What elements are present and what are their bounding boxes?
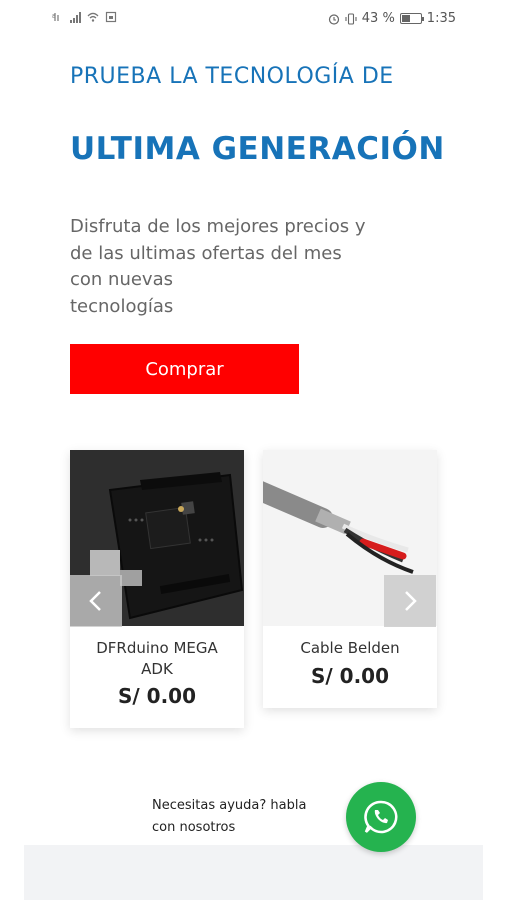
hero-description-line: tecnologías [70,295,174,317]
battery-percent: 43 % [361,11,395,26]
product-name-line: DFRduino MEGA [96,639,218,657]
battery-fill [401,15,410,22]
footer-band [24,845,483,900]
battery-icon [399,13,424,24]
buy-button[interactable]: Comprar [70,344,299,394]
help-bubble[interactable]: Necesitas ayuda? habla con nosotros [140,785,355,845]
product-price: S/ 0.00 [310,664,390,688]
product-name: DFRduino MEGA ADK [70,638,244,680]
chevron-left-icon [89,591,101,611]
carousel-next-button[interactable] [384,575,436,627]
sim-icon [105,11,117,23]
chevron-right-icon [405,591,417,611]
network-icon: ⁸ [52,13,59,23]
carousel-prev-button[interactable] [70,575,122,627]
help-text-line: Necesitas ayuda? habla [152,798,307,813]
hero-title: ULTIMA GENERACIÓN [70,131,445,167]
vibrate-icon [345,12,357,25]
help-text-line: con nosotros [152,820,236,835]
status-bar: ⁸ 43 % 1:35 [0,0,506,36]
whatsapp-icon [364,800,398,834]
wifi-icon [87,12,99,22]
product-name: Cable Belden [300,639,400,657]
product-price: S/ 0.00 [117,684,197,708]
hero-description-line: con nuevas [70,269,173,290]
status-left-icons: ⁸ [52,11,117,23]
signal-icon [70,11,81,23]
hero-description: Disfruta de los mejores precios y de las… [70,214,420,320]
whatsapp-button[interactable] [346,782,416,852]
product-name-line: ADK [141,660,173,678]
hero-description-line: de las ultimas ofertas del mes [70,242,342,264]
hero-pretitle: PRUEBA LA TECNOLOGÍA DE [70,64,394,89]
status-right-icons: 43 % 1:35 [328,11,456,26]
hero-description-line: Disfruta de los mejores precios y [70,216,366,237]
alarm-icon [328,13,339,25]
clock: 1:35 [426,11,456,26]
